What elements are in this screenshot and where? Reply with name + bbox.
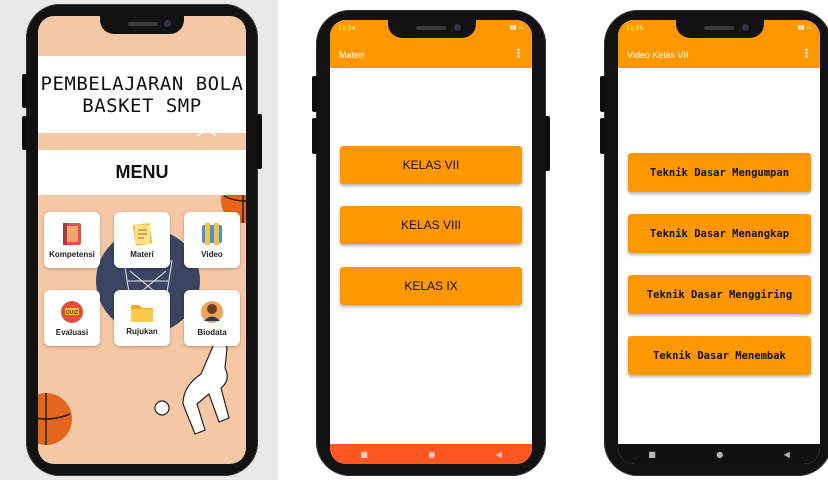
home-icon[interactable]: ● [428,450,435,459]
tile-evaluasi[interactable]: QUIZ Evaluasi [44,290,100,346]
menu-screen: PEMBELAJARAN BOLA BASKET SMP MENU Kompet… [38,16,246,464]
notes-icon [132,223,153,246]
overflow-menu-icon[interactable]: ⋮ [801,47,812,60]
app-bar-title: Video Kelas VII [627,50,689,60]
tile-rujukan[interactable]: Rujukan [114,290,170,346]
tile-video[interactable]: Video [184,212,240,268]
tile-label: Rujukan [126,327,158,336]
front-camera [454,24,461,31]
tile-biodata[interactable]: Biodata [184,290,240,346]
tile-label: Video [201,250,223,259]
volume-button [312,76,317,112]
nav-bar: ■ ● ◀ [618,444,820,464]
tile-label: Kompetensi [49,250,95,259]
tile-materi[interactable]: Materi [114,212,170,268]
tile-label: Biodata [197,328,227,337]
volume-button [600,76,605,112]
menangkap-button[interactable]: Teknik Dasar Menangkap [628,214,811,253]
recents-icon[interactable]: ■ [360,450,368,459]
svg-text:QUIZ: QUIZ [66,310,79,316]
status-time: 11:34 [338,25,356,32]
folder-icon [131,305,153,322]
kelas-vii-button[interactable]: KELAS VII [340,146,522,184]
power-button [545,116,550,171]
status-time: 11:35 [626,25,644,32]
quiz-icon: QUIZ [61,301,83,323]
app-title: PEMBELAJARAN BOLA BASKET SMP [40,72,244,117]
tile-label: Evaluasi [55,328,89,337]
app-title-card: PEMBELAJARAN BOLA BASKET SMP [38,56,246,133]
tile-kompetensi[interactable]: Kompetensi [44,212,100,268]
front-camera [742,24,749,31]
back-icon[interactable]: ◀ [496,450,502,459]
video-icon [202,223,222,245]
signal-battery-icon: ▮▮ ▭ [509,24,524,31]
materi-screen: 11:34 ▮▮ ▭ Materi ⋮ KELAS VII KELAS VIII… [330,20,532,464]
front-camera [164,20,171,27]
kelas-ix-button[interactable]: KELAS IX [340,267,522,305]
phone-speaker [128,22,158,26]
menu-heading-card: MENU [38,150,246,195]
menggiring-button[interactable]: Teknik Dasar Menggiring [628,275,811,314]
kelas-viii-button[interactable]: KELAS VIII [340,206,522,244]
volume-button [22,74,27,108]
overflow-menu-icon[interactable]: ⋮ [513,47,524,60]
volume-button [312,118,317,154]
video-kelas-screen: 11:35 ▮▮ ▭ Video Kelas VII ⋮ Teknik Dasa… [618,20,820,464]
home-icon[interactable]: ● [716,450,723,459]
nav-bar: ■ ● ◀ [330,444,532,464]
menembak-button[interactable]: Teknik Dasar Menembak [628,336,811,375]
phone-materi: 11:34 ▮▮ ▭ Materi ⋮ KELAS VII KELAS VIII… [312,10,550,476]
mengumpan-button[interactable]: Teknik Dasar Mengumpan [628,153,811,192]
back-icon[interactable]: ◀ [784,450,790,459]
phone-speaker [416,26,446,30]
phone-menu: PEMBELAJARAN BOLA BASKET SMP MENU Kompet… [22,4,262,476]
volume-button [22,116,27,150]
volume-button [600,118,605,154]
recents-icon[interactable]: ■ [648,450,656,459]
phone-video-kelas: 11:35 ▮▮ ▭ Video Kelas VII ⋮ Teknik Dasa… [600,10,828,476]
book-icon [63,223,81,245]
phone-speaker [704,26,734,30]
profile-icon [201,301,223,323]
power-button [257,114,262,169]
app-bar-title: Materi [339,50,365,60]
tile-label: Materi [130,250,154,259]
signal-battery-icon: ▮▮ ▭ [797,24,812,31]
menu-heading: MENU [115,162,169,182]
